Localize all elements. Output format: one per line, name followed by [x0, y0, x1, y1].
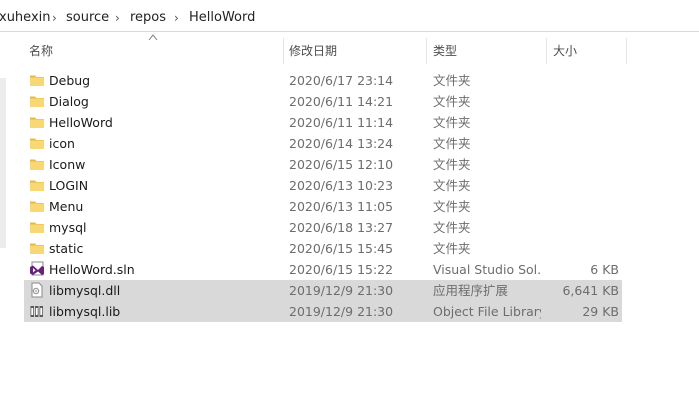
file-size: 6 KB: [590, 262, 619, 277]
folder-icon: [29, 240, 45, 256]
folder-icon: [29, 219, 45, 235]
visual-studio-solution-icon: [29, 261, 45, 277]
file-size: [549, 175, 619, 196]
breadcrumb-separator[interactable]: ›: [115, 10, 120, 26]
file-date-modified: 2019/12/9 21:30: [289, 283, 394, 298]
file-date-modified: 2020/6/13 11:05: [289, 199, 394, 214]
file-row[interactable]: libmysql.lib 2019/12/9 21:30 Object File L…: [24, 301, 622, 322]
navigation-scrollbar-thumb[interactable]: [0, 78, 6, 248]
file-name: mysql: [49, 220, 87, 235]
folder-icon: [29, 114, 45, 130]
folder-icon: [29, 72, 45, 88]
file-size: 6,641 KB: [562, 283, 619, 298]
file-type: Object File Library: [433, 304, 541, 319]
breadcrumb-item-source[interactable]: source: [66, 10, 109, 26]
dll-file-icon: [29, 282, 45, 298]
file-date-modified: 2020/6/17 23:14: [289, 73, 394, 88]
file-name: libmysql.lib: [49, 304, 121, 319]
file-size: [549, 133, 619, 154]
file-row[interactable]: HelloWord.sln 2020/6/15 15:22 Visual Studi…: [24, 259, 622, 280]
file-type: 文件夹: [433, 157, 471, 172]
file-size: [549, 70, 619, 91]
file-name: HelloWord: [49, 115, 113, 130]
file-type: 文件夹: [433, 241, 471, 256]
file-type: 文件夹: [433, 115, 471, 130]
column-divider[interactable]: [626, 38, 627, 64]
file-size: [549, 91, 619, 112]
file-name: icon: [49, 136, 75, 151]
file-date-modified: 2020/6/11 11:14: [289, 115, 394, 130]
column-header-size[interactable]: 大小: [553, 38, 613, 64]
file-name: Dialog: [49, 94, 89, 109]
file-name: HelloWord.sln: [49, 262, 135, 277]
folder-icon: [29, 177, 45, 193]
file-type: Visual Studio Sol...: [433, 262, 541, 277]
file-row[interactable]: Dialog 2020/6/11 14:21 文件夹: [24, 91, 622, 112]
file-name: libmysql.dll: [49, 283, 121, 298]
file-size: [549, 238, 619, 259]
column-divider[interactable]: [283, 38, 284, 64]
file-row[interactable]: libmysql.dll 2019/12/9 21:30 应用程序扩展 6,641 K…: [24, 280, 622, 301]
column-divider[interactable]: [426, 38, 427, 64]
folder-icon: [29, 156, 45, 172]
column-divider[interactable]: [546, 38, 547, 64]
file-size: [549, 112, 619, 133]
folder-icon: [29, 198, 45, 214]
file-row[interactable]: Debug 2020/6/17 23:14 文件夹: [24, 70, 622, 91]
column-header-name[interactable]: 名称: [29, 38, 279, 64]
folder-icon: [29, 93, 45, 109]
column-header-date[interactable]: 修改日期: [289, 38, 419, 64]
file-size: [549, 154, 619, 175]
breadcrumb-item-xuhexin[interactable]: xuhexin: [0, 10, 51, 26]
library-file-icon: [29, 303, 45, 319]
address-bar[interactable]: xuhexin › source › repos › HelloWord: [0, 0, 699, 34]
file-type: 文件夹: [433, 220, 471, 235]
file-type: 文件夹: [433, 73, 471, 88]
file-size: [549, 217, 619, 238]
file-row[interactable]: Menu 2020/6/13 11:05 文件夹: [24, 196, 622, 217]
file-row[interactable]: static 2020/6/15 15:45 文件夹: [24, 238, 622, 259]
file-date-modified: 2020/6/11 14:21: [289, 94, 394, 109]
column-header-type[interactable]: 类型: [433, 38, 533, 64]
file-date-modified: 2020/6/18 13:27: [289, 220, 394, 235]
folder-icon: [29, 135, 45, 151]
file-row[interactable]: icon 2020/6/14 13:24 文件夹: [24, 133, 622, 154]
file-row[interactable]: mysql 2020/6/18 13:27 文件夹: [24, 217, 622, 238]
file-explorer: xuhexin › source › repos › HelloWord 名称 …: [0, 0, 699, 406]
file-name: LOGIN: [49, 178, 89, 193]
file-type: 文件夹: [433, 136, 471, 151]
file-size: 29 KB: [582, 304, 619, 319]
file-size: [549, 196, 619, 217]
file-name: Debug: [49, 73, 91, 88]
file-type: 文件夹: [433, 199, 471, 214]
file-row[interactable]: HelloWord 2020/6/11 11:14 文件夹: [24, 112, 622, 133]
breadcrumb-item-helloword[interactable]: HelloWord: [189, 10, 255, 26]
file-name: Menu: [49, 199, 84, 214]
file-row[interactable]: Iconw 2020/6/15 12:10 文件夹: [24, 154, 622, 175]
file-date-modified: 2020/6/15 15:45: [289, 241, 394, 256]
file-date-modified: 2020/6/13 10:23: [289, 178, 394, 193]
file-row[interactable]: LOGIN 2020/6/13 10:23 文件夹: [24, 175, 622, 196]
breadcrumb-item-repos[interactable]: repos: [130, 10, 166, 26]
file-date-modified: 2019/12/9 21:30: [289, 304, 394, 319]
file-type: 文件夹: [433, 178, 471, 193]
file-date-modified: 2020/6/15 15:22: [289, 262, 394, 277]
file-name: Iconw: [49, 157, 86, 172]
navigation-pane-edge: [0, 34, 7, 406]
file-name: static: [49, 241, 84, 256]
file-type: 文件夹: [433, 94, 471, 109]
breadcrumb-separator[interactable]: ›: [174, 10, 179, 26]
file-type: 应用程序扩展: [433, 283, 509, 298]
file-date-modified: 2020/6/14 13:24: [289, 136, 394, 151]
file-date-modified: 2020/6/15 12:10: [289, 157, 394, 172]
breadcrumb-separator[interactable]: ›: [52, 10, 57, 26]
